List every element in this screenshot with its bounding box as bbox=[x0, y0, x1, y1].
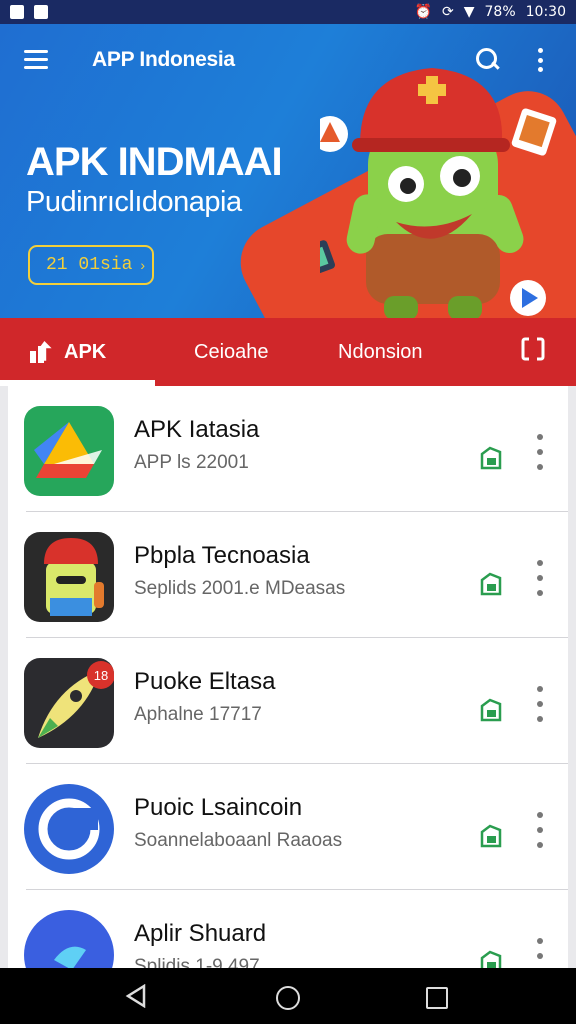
window-icon[interactable] bbox=[520, 336, 546, 362]
swirl-app-icon bbox=[24, 910, 114, 968]
status-bar: ⏰ ⟳ ▼ 78% 10:30 bbox=[0, 0, 576, 24]
more-options-icon[interactable] bbox=[534, 812, 546, 848]
list-item[interactable]: Puoic Lsaincoin Soannelaboaanl Raaoas bbox=[8, 764, 568, 890]
drive-app-icon bbox=[24, 406, 114, 496]
badge-count: 18 bbox=[94, 668, 108, 683]
chevron-right-icon: › bbox=[140, 257, 146, 273]
more-options-icon[interactable] bbox=[534, 938, 546, 968]
alarm-icon: ⏰ bbox=[414, 4, 432, 20]
sync-icon: ⟳ bbox=[442, 4, 454, 20]
hero-headline: APK INDMAAI bbox=[26, 140, 283, 184]
list-item[interactable]: APK Iatasia APP ls 22001 bbox=[8, 386, 568, 512]
more-options-icon[interactable] bbox=[534, 434, 546, 470]
app-meta: Seplids 2001.e MDeasas bbox=[134, 578, 346, 599]
install-icon[interactable] bbox=[480, 572, 502, 596]
tab-apk-label: APK bbox=[64, 340, 107, 363]
app-meta: Soannelaboaanl Raaoas bbox=[134, 830, 343, 851]
hero-button[interactable]: 21 01sia › bbox=[28, 245, 154, 285]
app-list: APK Iatasia APP ls 22001 Pbpla Tecnoasia… bbox=[8, 386, 568, 968]
back-icon[interactable] bbox=[124, 984, 148, 1008]
app-name: APK Iatasia bbox=[134, 416, 260, 443]
more-options-icon[interactable] bbox=[534, 686, 546, 722]
app-meta: Splidis 1-9 497 bbox=[134, 956, 260, 968]
list-item[interactable]: Pbpla Tecnoasia Seplids 2001.e MDeasas bbox=[8, 512, 568, 638]
gallery-notification-icon bbox=[10, 5, 24, 19]
image-notification-icon bbox=[34, 5, 48, 19]
wifi-icon: ▼ bbox=[463, 4, 475, 20]
clock: 10:30 bbox=[525, 4, 566, 20]
install-icon[interactable] bbox=[480, 698, 502, 722]
install-icon[interactable] bbox=[480, 950, 502, 968]
mascot-illustration bbox=[320, 68, 557, 318]
tab-ndonsion-label: Ndonsion bbox=[338, 340, 423, 363]
tab-apk[interactable]: APK bbox=[30, 318, 106, 386]
app-name: Aplir Shuard bbox=[134, 920, 267, 947]
tab-ndonsion[interactable]: Ndonsion bbox=[338, 318, 423, 386]
hero-button-label: 21 01sia bbox=[46, 255, 133, 275]
floating-tablet-icon bbox=[320, 240, 335, 278]
list-item[interactable]: 18 Puoke Eltasa Aphalne 17717 bbox=[8, 638, 568, 764]
app-name: Pbpla Tecnoasia bbox=[134, 542, 310, 569]
circle-app-icon bbox=[24, 784, 114, 874]
app-name: Puoic Lsaincoin bbox=[134, 794, 303, 821]
rocket-app-icon: 18 bbox=[24, 658, 114, 748]
app-name: Puoke Eltasa bbox=[134, 668, 276, 695]
more-options-icon[interactable] bbox=[534, 560, 546, 596]
tab-ceioahe-label: Ceioahe bbox=[194, 340, 269, 363]
menu-icon[interactable] bbox=[24, 50, 48, 70]
floating-play-icon bbox=[510, 280, 546, 316]
robot-app-icon bbox=[24, 532, 114, 622]
battery-percent: 78% bbox=[484, 4, 516, 20]
app-title: APP Indonesia bbox=[92, 48, 235, 71]
system-nav-bar bbox=[0, 968, 576, 1024]
app-meta: APP ls 22001 bbox=[134, 452, 249, 473]
install-icon[interactable] bbox=[480, 446, 502, 470]
tab-bar: APK Ceioahe Ndonsion bbox=[0, 318, 576, 386]
home-icon[interactable] bbox=[276, 986, 300, 1010]
floating-compass-icon bbox=[320, 116, 348, 152]
app-meta: Aphalne 17717 bbox=[134, 704, 262, 725]
recents-icon[interactable] bbox=[426, 987, 448, 1009]
hero-subtitle: Pudinrıclıdonapia bbox=[26, 186, 242, 218]
list-item[interactable]: Aplir Shuard Splidis 1-9 497 bbox=[8, 890, 568, 968]
apk-tab-icon bbox=[30, 341, 52, 363]
hero-banner: APP Indonesia APK INDMAAI Pudinrıclıdona… bbox=[0, 24, 576, 318]
floating-photo-icon bbox=[511, 108, 557, 156]
tab-ceioahe[interactable]: Ceioahe bbox=[194, 318, 269, 386]
install-icon[interactable] bbox=[480, 824, 502, 848]
